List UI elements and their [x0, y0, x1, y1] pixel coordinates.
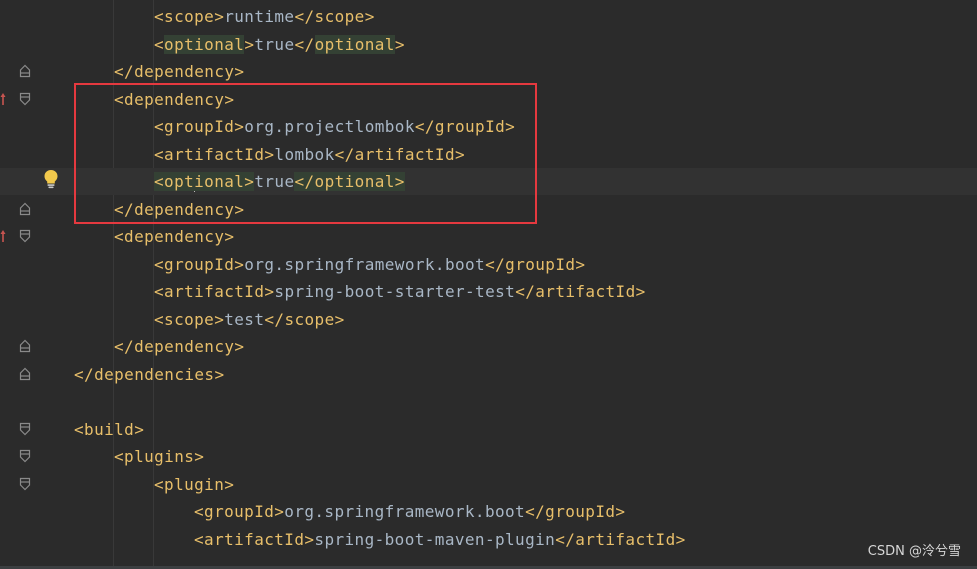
- xml-tag: <plugin>: [154, 474, 235, 494]
- code-line[interactable]: </dependency>: [0, 58, 977, 85]
- xml-tag: <scope>: [154, 309, 225, 329]
- code-line-content: <plugins>: [114, 443, 204, 470]
- code-editor[interactable]: <scope>runtime</scope> <optional>true</op…: [0, 0, 977, 569]
- code-line-content: <artifactId>spring-boot-starter-test</ar…: [154, 278, 646, 305]
- code-line[interactable]: <scope>runtime</scope>: [0, 3, 977, 30]
- xml-tag: </artifactId>: [555, 529, 686, 549]
- code-line-content: <build>: [74, 416, 144, 443]
- xml-tag: <artifactId>: [154, 282, 275, 301]
- xml-tag: <build>: [74, 419, 145, 439]
- xml-text: spring-boot-maven-plugin: [314, 529, 556, 549]
- xml-tag: <plugins>: [114, 447, 205, 466]
- code-line-content: <scope>runtime</scope>: [154, 3, 375, 30]
- xml-text: org.springframework.boot: [244, 254, 486, 274]
- xml-tag-matched: optional: [164, 34, 245, 54]
- code-line-content: <scope>test</scope>: [154, 306, 345, 333]
- code-line-content: </dependency>: [114, 58, 244, 85]
- code-line[interactable]: <artifactId>spring-boot-maven-plugin</ar…: [0, 526, 977, 553]
- code-line[interactable]: <artifactId>spring-boot-starter-test</ar…: [0, 278, 977, 305]
- code-line-content: </dependency>: [114, 333, 244, 360]
- code-line[interactable]: <plugin>: [0, 471, 977, 498]
- code-line[interactable]: <scope>test</scope>: [0, 306, 977, 333]
- xml-text: org.springframework.boot: [284, 502, 526, 521]
- xml-text: test: [224, 309, 265, 329]
- code-line[interactable]: <build>: [0, 416, 977, 443]
- xml-tag: </dependency>: [114, 62, 245, 81]
- code-line[interactable]: <groupId>org.springframework.boot</group…: [0, 251, 977, 278]
- xml-tag: <groupId>: [154, 254, 245, 274]
- xml-tag: </groupId>: [525, 502, 626, 521]
- xml-text: true: [254, 34, 295, 54]
- xml-tag: </scope>: [264, 309, 345, 329]
- code-line-content: </dependencies>: [74, 361, 225, 388]
- code-line[interactable]: <dependency>: [0, 223, 977, 250]
- code-line-content: <dependency>: [114, 223, 234, 250]
- code-line[interactable]: <optional>true</optional>: [0, 31, 977, 58]
- xml-tag: </dependency>: [114, 337, 245, 356]
- code-line[interactable]: <plugins>: [0, 443, 977, 470]
- code-line[interactable]: </dependency>: [0, 333, 977, 360]
- xml-tag-matched: optional: [314, 34, 395, 54]
- xml-tag: <groupId>: [194, 502, 285, 521]
- code-line-content: <groupId>org.springframework.boot</group…: [194, 498, 625, 525]
- xml-tag: <scope>: [154, 7, 225, 26]
- code-line-content: <artifactId>spring-boot-maven-plugin</ar…: [194, 526, 686, 553]
- annotation-highlight-box: [74, 83, 537, 224]
- xml-text: runtime: [224, 7, 295, 26]
- watermark-text: CSDN @泠兮雪: [867, 544, 961, 559]
- code-line[interactable]: </dependencies>: [0, 361, 977, 388]
- xml-tag: </artifactId>: [515, 282, 646, 301]
- xml-tag: <dependency>: [114, 227, 235, 246]
- xml-tag: </dependencies>: [74, 364, 225, 384]
- code-line-content: <groupId>org.springframework.boot</group…: [154, 251, 585, 278]
- xml-tag: >: [244, 34, 255, 54]
- code-line[interactable]: <groupId>org.springframework.boot</group…: [0, 498, 977, 525]
- xml-tag: <artifactId>: [194, 529, 315, 549]
- xml-text: spring-boot-starter-test: [274, 282, 516, 301]
- xml-tag: </: [294, 34, 315, 54]
- xml-tag: </scope>: [294, 7, 375, 26]
- intention-bulb-icon[interactable]: [43, 169, 59, 189]
- xml-tag: <: [154, 34, 165, 54]
- code-line[interactable]: [0, 388, 977, 415]
- code-line-content: <optional>true</optional>: [154, 31, 405, 58]
- xml-tag: </groupId>: [485, 254, 586, 274]
- xml-tag: >: [394, 34, 405, 54]
- code-line-content: <plugin>: [154, 471, 234, 498]
